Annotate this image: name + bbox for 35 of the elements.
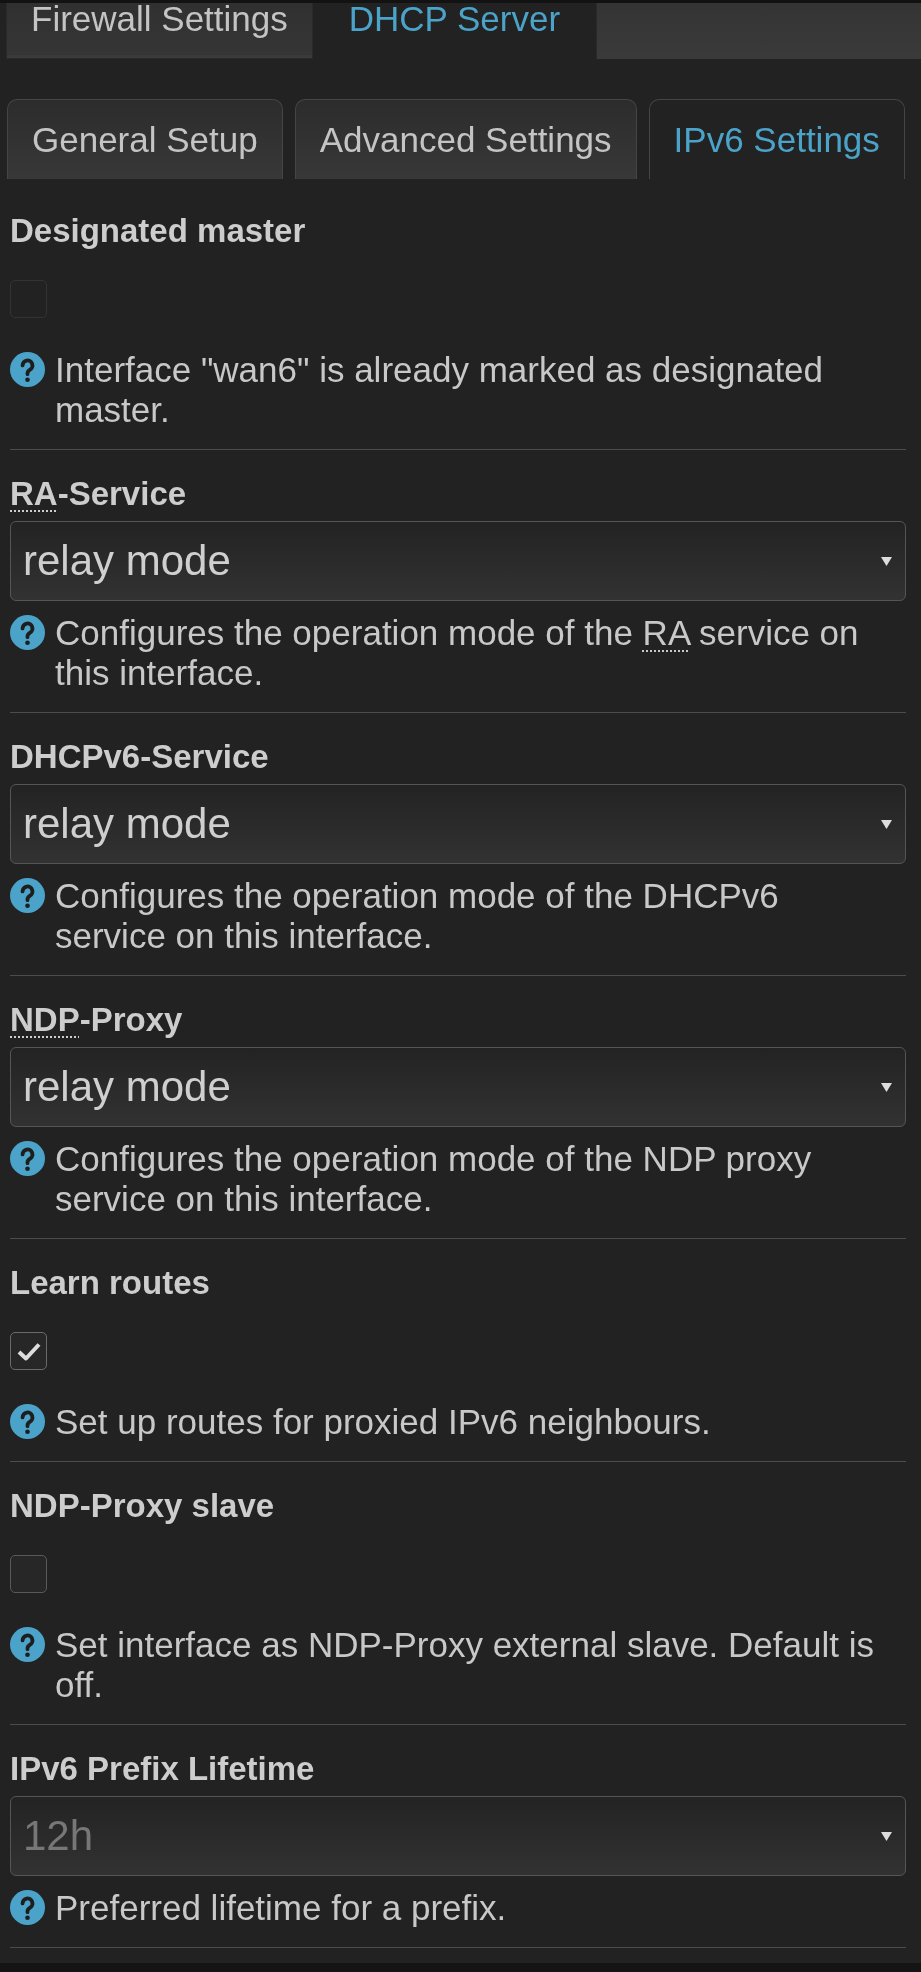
help-icon [10,1141,45,1176]
checkbox[interactable] [10,1555,47,1593]
caret-icon [881,1082,892,1092]
field-label: NDP-Proxy slave [10,1488,275,1524]
field-label: RA-Service [10,476,187,512]
field-label: IPv6 Prefix Lifetime [10,1751,315,1787]
help-icon [10,878,45,913]
select-field[interactable]: relay mode [10,521,906,601]
checkmark-icon [16,1341,41,1361]
field-label: DHCPv6-Service [10,739,269,775]
checkbox[interactable] [10,1332,47,1370]
help-text: Configures the operation mode of the DHCPv6 service on this interface. [55,876,780,956]
tab[interactable]: IPv6 Settings [648,99,905,179]
field-label: NDP-Proxy [10,1002,183,1038]
help-text: Configures the operation mode of the RA service on this interface. [55,613,860,693]
field-label: Learn routes [10,1265,210,1301]
help-text: Set up routes for proxied IPv6 neighbours. [55,1402,712,1442]
select-field[interactable]: relay mode [10,784,906,864]
help-icon [10,1627,45,1662]
help-icon [10,1890,45,1925]
tab[interactable]: Advanced Settings [294,99,637,179]
tab[interactable]: Firewall Settings [6,3,313,59]
caret-icon [881,556,892,566]
caret-icon [881,1831,892,1841]
help-text: Interface "wan6" is already marked as designated master. [55,350,825,430]
help-icon [10,1404,45,1439]
select-field[interactable]: relay mode [10,1047,906,1127]
help-icon [10,615,45,650]
field-label: Designated master [10,213,306,249]
help-text: Preferred lifetime for a prefix. [55,1888,508,1928]
tab[interactable]: General Setup [7,99,283,179]
caret-icon [881,819,892,829]
help-icon [10,352,45,387]
help-text: Configures the operation mode of the NDP proxy service on this interface. [55,1139,813,1219]
help-text: Set interface as NDP-Proxy external slave. Default is off. [55,1625,875,1705]
